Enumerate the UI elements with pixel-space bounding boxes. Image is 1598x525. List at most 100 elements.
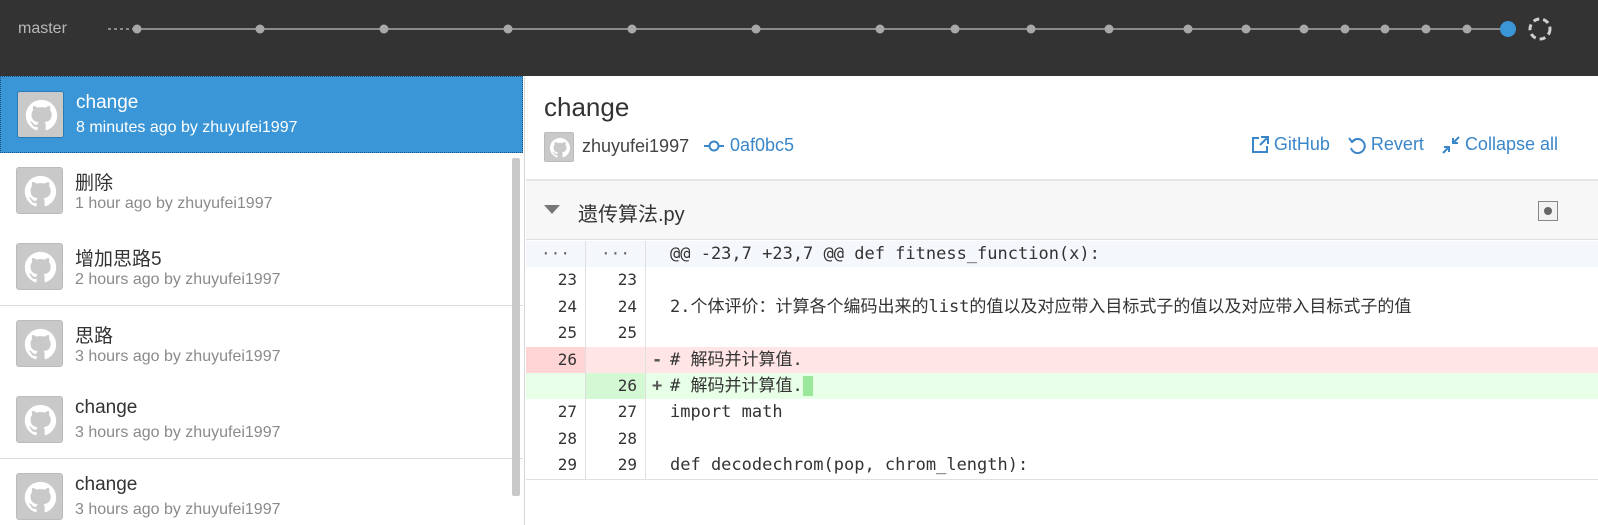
diff-hunk-header: ··· ··· @@ -23,7 +23,7 @@ def fitness_func… (526, 241, 1598, 268)
new-line-number: 25 (586, 320, 646, 347)
timeline-dot[interactable] (503, 24, 513, 34)
commit-actions: GitHub Revert Collapse all (1251, 134, 1558, 155)
octocat-icon (17, 473, 62, 519)
diff-line: 23 23 (526, 267, 1598, 294)
octocat-icon (17, 320, 62, 366)
code-content: import math (670, 402, 783, 423)
commit-detail: change zhuyufei1997 0af0bc5 GitHub Rever (526, 76, 1598, 525)
diff-line: 25 25 (526, 320, 1598, 347)
timeline-dot[interactable] (1183, 24, 1193, 34)
timeline-uncommitted-icon[interactable] (1528, 17, 1552, 41)
old-line-number: 24 (526, 293, 586, 321)
code-content: @@ -23,7 +23,7 @@ def fitness_function(x… (670, 244, 1100, 264)
timeline-dot[interactable] (1380, 24, 1390, 34)
timeline-dot[interactable] (132, 24, 142, 34)
code-text: import math (670, 399, 783, 425)
author-avatar (544, 132, 574, 162)
old-line-number: 26 (526, 346, 586, 373)
avatar (16, 243, 63, 290)
commit-list: change 8 minutes ago by zhuyufei1997 删除 1 h… (0, 76, 525, 525)
commit-item-title: change (75, 473, 138, 495)
timeline-dot[interactable] (1462, 24, 1472, 34)
avatar (16, 319, 63, 367)
timeline-dot[interactable] (950, 24, 960, 34)
github-button[interactable]: GitHub (1251, 134, 1330, 155)
commit-item[interactable]: change 3 hours ago by zhuyufei1997 (0, 458, 523, 525)
new-line-number (586, 346, 646, 373)
old-line-number: 29 (526, 452, 586, 479)
new-line-number: 24 (586, 293, 646, 321)
commit-title: change (544, 92, 630, 122)
old-line-number: 25 (526, 320, 586, 347)
code-text: @@ -23,7 +23,7 @@ def fitness_function(x… (670, 241, 1100, 267)
timeline-dot[interactable] (1104, 24, 1114, 34)
timeline-dot[interactable] (1299, 24, 1309, 34)
commit-sha[interactable]: 0af0bc5 (704, 135, 794, 156)
new-line-number: ··· (586, 241, 646, 268)
new-line-number: 29 (586, 452, 646, 479)
commit-item[interactable]: 删除 1 hour ago by zhuyufei1997 (0, 152, 523, 230)
old-line-number: 27 (526, 399, 586, 426)
diff-highlight (802, 375, 813, 396)
code-content: def decodechrom(pop, chrom_length): (670, 455, 1029, 476)
commit-item-meta: 8 minutes ago by zhuyufei1997 (76, 119, 298, 136)
diff-marker: + (652, 375, 663, 396)
code-text: 2.个体评价：计算各个编码出来的list的值以及对应带入目标式子的值以及对应带入… (670, 294, 1411, 320)
code-content: # 解码并计算值. (670, 349, 803, 370)
revert-icon (1348, 136, 1366, 154)
octocat-icon (18, 92, 63, 137)
timeline-dot[interactable] (1241, 24, 1251, 34)
external-link-icon (1251, 135, 1269, 153)
timeline-dot[interactable] (751, 24, 761, 34)
old-line-number: 28 (526, 425, 586, 453)
timeline-dot[interactable] (875, 24, 885, 34)
timeline-dot[interactable] (1340, 24, 1350, 34)
diff-view: ··· ··· @@ -23,7 +23,7 @@ def fitness_func… (526, 241, 1598, 479)
revert-button[interactable]: Revert (1348, 134, 1424, 155)
timeline-dot[interactable] (379, 24, 389, 34)
octocat-icon (545, 133, 573, 161)
diff-bottom-border (526, 479, 1598, 480)
commit-item[interactable]: 思路 3 hours ago by zhuyufei1997 (0, 305, 523, 383)
timeline-dot[interactable] (1026, 24, 1036, 34)
avatar (16, 166, 63, 214)
timeline-dot[interactable] (627, 24, 637, 34)
collapse-all-button[interactable]: Collapse all (1442, 134, 1558, 155)
octocat-icon (17, 397, 62, 442)
code-text: def decodechrom(pop, chrom_length): (670, 452, 1028, 478)
new-line-number: 23 (586, 267, 646, 294)
diff-line: 29 29 def decodechrom(pop, chrom_length): (526, 452, 1598, 479)
code-content: # 解码并计算值. (670, 375, 803, 396)
author-name[interactable]: zhuyufei1997 (582, 136, 689, 157)
diff-line: 24 24 2.个体评价：计算各个编码出来的list的值以及对应带入目标式子的值以及… (526, 293, 1598, 321)
commit-item-title: change (75, 397, 138, 418)
file-header[interactable]: 遗传算法.py (526, 181, 1598, 240)
old-line-number: ··· (526, 241, 586, 268)
scrollbar[interactable] (512, 158, 520, 496)
timeline-current-dot[interactable] (1500, 21, 1516, 37)
diff-line: 27 27 import math (526, 399, 1598, 426)
code-content: 2.个体评价：计算各个编码出来的list的值以及对应带入目标式子的值以及对应带入… (670, 296, 1412, 317)
timeline-dot[interactable] (1421, 24, 1431, 34)
commit-item-title: 删除 (75, 172, 114, 194)
diff-line-removed: 26 - # 解码并计算值. (526, 346, 1598, 373)
commit-sha-text: 0af0bc5 (730, 135, 795, 155)
chevron-down-icon[interactable] (544, 205, 560, 214)
commit-item[interactable]: change 3 hours ago by zhuyufei1997 (0, 382, 523, 459)
commit-item-meta: 3 hours ago by zhuyufei1997 (75, 500, 281, 518)
new-line-number: 27 (586, 399, 646, 426)
commit-icon (704, 140, 724, 151)
timeline-bar: master (0, 0, 1598, 76)
commit-item[interactable]: change 8 minutes ago by zhuyufei1997 (0, 76, 523, 153)
commit-timeline[interactable] (0, 0, 1598, 76)
collapse-icon (1442, 135, 1460, 154)
old-line-number: 23 (526, 267, 586, 294)
timeline-dot[interactable] (255, 24, 265, 34)
revert-label: Revert (1370, 134, 1424, 154)
open-file-button[interactable] (1538, 201, 1558, 221)
commit-item[interactable]: 增加思路5 2 hours ago by zhuyufei1997 (0, 229, 523, 306)
diff-line-added: 26 + # 解码并计算值. (526, 372, 1598, 400)
commit-item-meta: 1 hour ago by zhuyufei1997 (75, 194, 273, 212)
old-line-number (526, 372, 586, 400)
new-line-number: 28 (586, 425, 646, 453)
